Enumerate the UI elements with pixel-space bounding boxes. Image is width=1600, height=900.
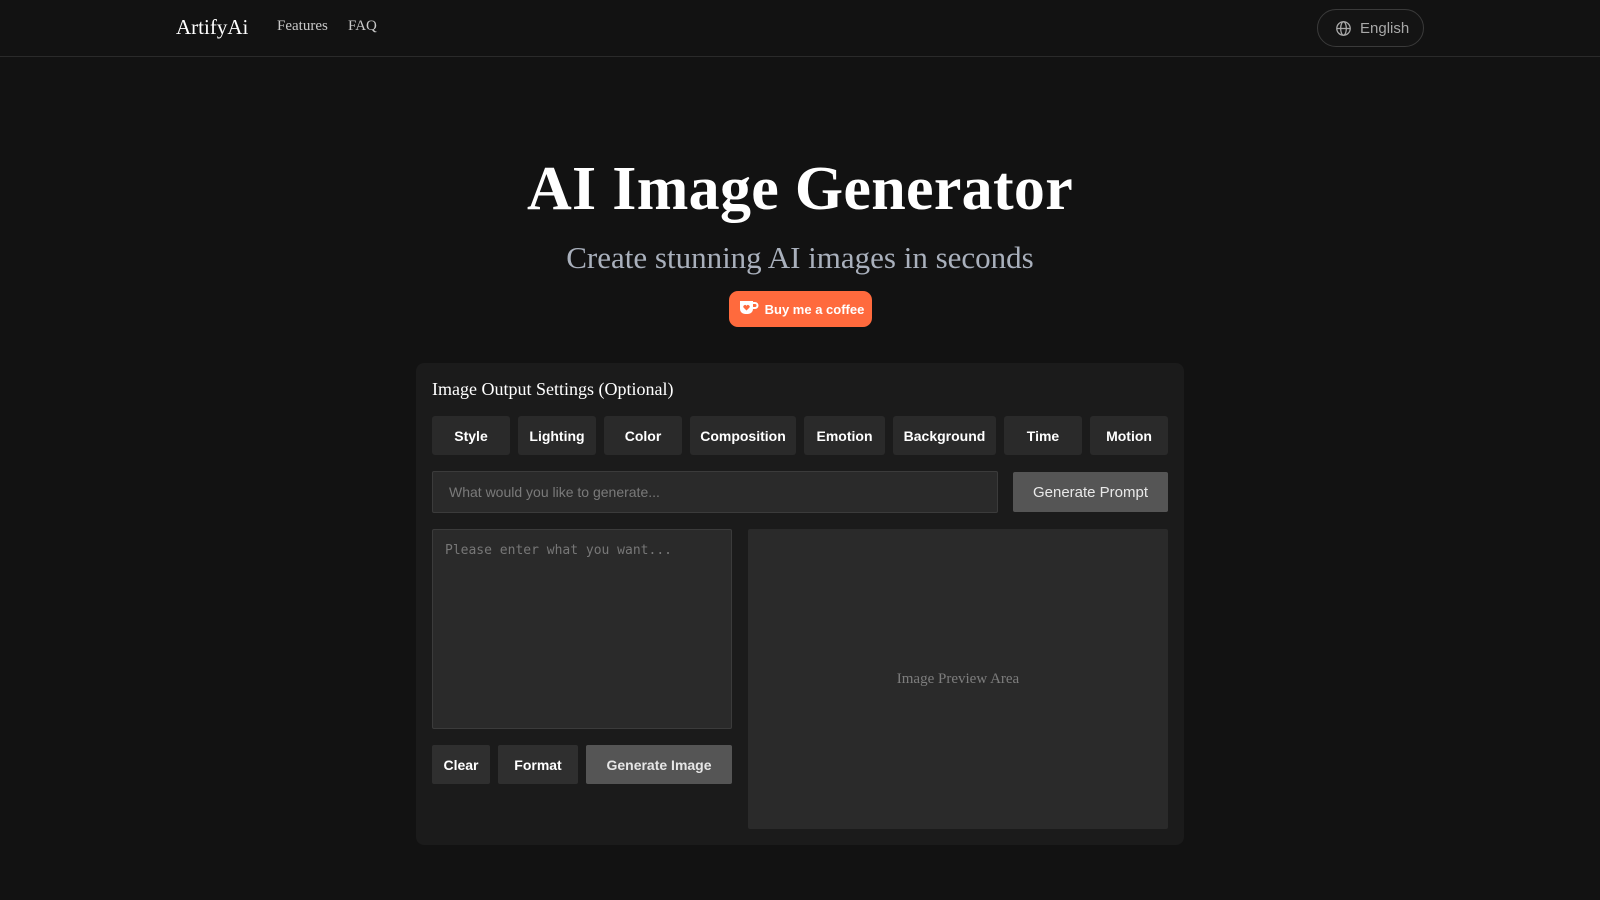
coffee-label: Buy me a coffee (764, 301, 865, 317)
nav-link-faq[interactable]: FAQ (348, 18, 377, 35)
tab-color[interactable]: Color (604, 416, 682, 455)
top-navbar: ArtifyAi Features FAQ English (0, 0, 1600, 57)
page-title: AI Image Generator (526, 155, 1074, 223)
tab-lighting[interactable]: Lighting (518, 416, 596, 455)
coffee-cup-icon (737, 298, 759, 321)
prompt-idea-input[interactable] (432, 471, 998, 513)
page-subtitle: Create stunning AI images in seconds (566, 240, 1034, 275)
format-button[interactable]: Format (498, 745, 578, 784)
tab-composition[interactable]: Composition (690, 416, 796, 455)
generate-image-button[interactable]: Generate Image (586, 745, 732, 784)
tab-emotion[interactable]: Emotion (804, 416, 885, 455)
clear-button[interactable]: Clear (432, 745, 490, 784)
image-preview-area: Image Preview Area (748, 529, 1168, 829)
tab-motion[interactable]: Motion (1090, 416, 1168, 455)
brand-logo[interactable]: ArtifyAi (176, 15, 248, 40)
language-label: English (1360, 19, 1410, 37)
preview-placeholder-text: Image Preview Area (896, 670, 1020, 687)
tab-background[interactable]: Background (893, 416, 996, 455)
nav-link-features[interactable]: Features (277, 18, 328, 35)
generate-prompt-button[interactable]: Generate Prompt (1013, 472, 1168, 512)
globe-icon (1335, 20, 1352, 37)
prompt-textarea[interactable] (432, 529, 732, 729)
tab-time[interactable]: Time (1004, 416, 1082, 455)
buy-me-a-coffee-button[interactable]: Buy me a coffee (729, 291, 872, 327)
settings-title: Image Output Settings (Optional) (432, 379, 674, 399)
image-settings-card: Image Output Settings (Optional) Style L… (416, 363, 1184, 845)
language-selector[interactable]: English (1317, 9, 1424, 47)
tab-style[interactable]: Style (432, 416, 510, 455)
